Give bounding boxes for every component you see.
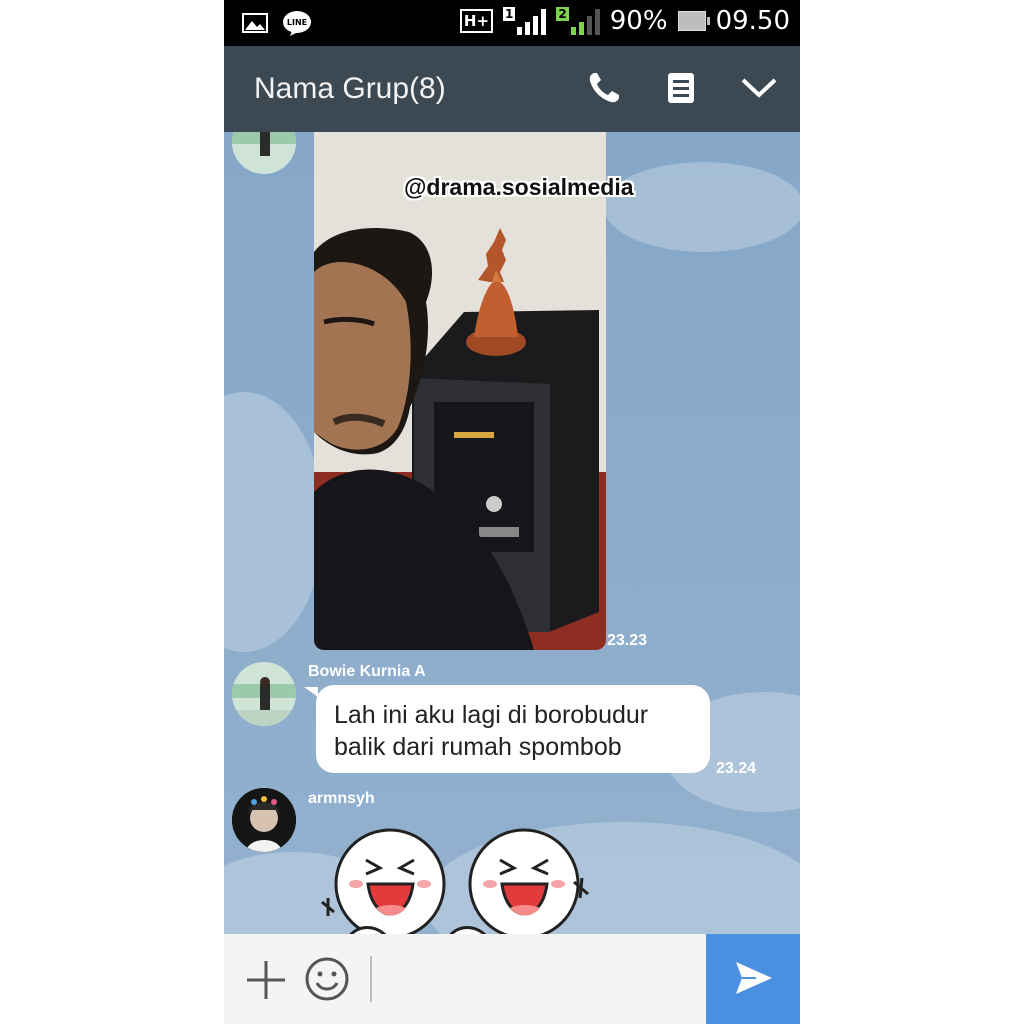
phone-icon[interactable] <box>586 70 622 111</box>
sender-name: Bowie Kurnia A <box>308 663 426 680</box>
emoji-icon[interactable] <box>304 956 350 1007</box>
signal-sim1-icon: 1 <box>503 7 547 35</box>
send-button[interactable] <box>706 934 800 1024</box>
text-cursor <box>370 956 372 1002</box>
message-input-bar <box>224 934 800 1024</box>
message-text-line: Lah ini aku lagi di borobudur <box>334 701 649 729</box>
message-input[interactable] <box>376 954 696 1004</box>
send-icon <box>734 960 774 1001</box>
avatar[interactable] <box>232 788 296 852</box>
sim2-label: 2 <box>556 7 569 21</box>
sender-name: armnsyh <box>308 790 375 807</box>
message-bubble[interactable]: Lah ini aku lagi di borobudur balik dari… <box>304 685 710 773</box>
photo-message[interactable] <box>314 132 606 650</box>
plus-icon[interactable] <box>244 958 288 1007</box>
gallery-icon <box>242 13 268 38</box>
network-type: H+ <box>459 9 494 33</box>
sim1-label: 1 <box>503 7 516 21</box>
avatar[interactable] <box>232 132 296 174</box>
message-time: 23.24 <box>716 760 757 777</box>
chat-header: Nama Grup(8) <box>224 46 800 132</box>
status-bar: LINE H+ 1 2 90% 09.50 <box>224 0 800 46</box>
group-title: Nama Grup(8) <box>254 72 446 105</box>
line-app-icon: LINE <box>282 10 312 41</box>
phone-screen: LINE H+ 1 2 90% 09.50 Nama Grup(8) @dram… <box>224 0 800 1024</box>
message-time: 23.23 <box>607 632 648 649</box>
watermark: @drama.sosialmedia <box>404 174 634 200</box>
avatar[interactable] <box>232 662 296 726</box>
svg-text:LINE: LINE <box>287 18 307 27</box>
sticker[interactable] <box>318 812 598 934</box>
battery-percent: 90% <box>609 6 668 36</box>
signal-sim2-icon: 2 <box>556 7 600 35</box>
notes-icon[interactable] <box>666 71 696 110</box>
chevron-down-icon[interactable] <box>740 76 778 105</box>
clock: 09.50 <box>715 6 790 36</box>
chat-area[interactable]: @drama.sosialmedia 23.23 Bowie Kurnia A … <box>224 132 800 934</box>
message-text-line: balik dari rumah spombob <box>334 733 622 761</box>
battery-icon <box>677 11 710 31</box>
